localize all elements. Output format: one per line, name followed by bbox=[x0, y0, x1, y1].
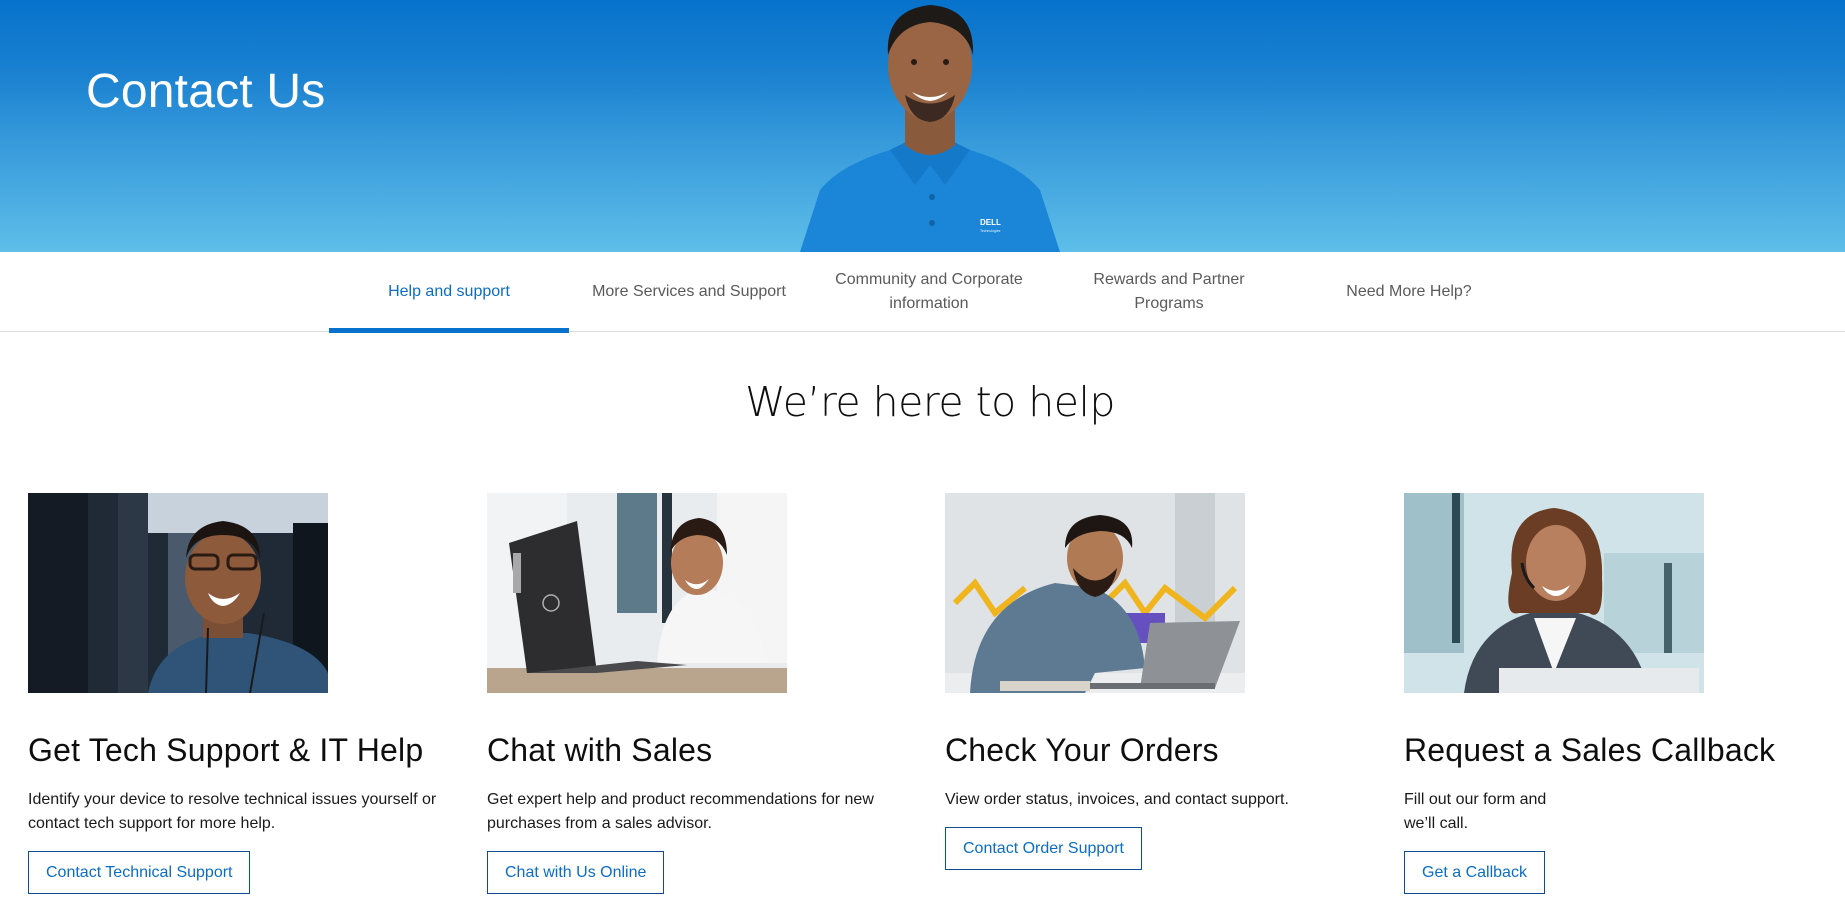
card-title: Chat with Sales bbox=[487, 732, 713, 768]
tab-rewards-and-partner-programs[interactable]: Rewards and Partner Programs bbox=[1049, 252, 1289, 332]
card-check-orders: Check Your Orders View order status, inv… bbox=[945, 493, 1375, 870]
card-description: View order status, invoices, and contact… bbox=[945, 791, 1289, 808]
shirt-logo: DELL bbox=[980, 218, 1001, 227]
card-tech-support: Get Tech Support & IT Help Identify your… bbox=[28, 493, 458, 894]
card-image-sales-callback bbox=[1404, 493, 1704, 693]
section-tabs: Help and support More Services and Suppo… bbox=[0, 252, 1845, 333]
tab-label: Community and Corporate information bbox=[835, 271, 1023, 312]
card-title: Request a Sales Callback bbox=[1404, 732, 1776, 768]
svg-text:Technologies: Technologies bbox=[980, 229, 1001, 233]
tab-label: More Services and Support bbox=[592, 283, 786, 300]
card-title: Get Tech Support & IT Help bbox=[28, 732, 424, 768]
hero-person-image: DELL Technologies bbox=[800, 5, 1060, 252]
tab-need-more-help[interactable]: Need More Help? bbox=[1289, 252, 1529, 332]
hero-banner: Contact Us DELL Technologies bbox=[0, 0, 1845, 252]
card-description: Fill out our form and we’ll call. bbox=[1404, 788, 1834, 836]
card-description: Get expert help and product recommendati… bbox=[487, 791, 874, 832]
tab-label: Need More Help? bbox=[1346, 283, 1472, 300]
card-description: Identify your device to resolve technica… bbox=[28, 791, 437, 832]
tab-label: Rewards and Partner Programs bbox=[1093, 271, 1245, 312]
card-description-line: we’ll call. bbox=[1404, 815, 1469, 832]
get-a-callback-button[interactable]: Get a Callback bbox=[1404, 851, 1545, 894]
card-chat-with-sales: Chat with Sales Get expert help and prod… bbox=[487, 493, 917, 894]
card-image-chat-with-sales bbox=[487, 493, 787, 693]
tab-label: Help and support bbox=[388, 283, 510, 300]
page-title: Contact Us bbox=[86, 65, 326, 118]
contact-order-support-button[interactable]: Contact Order Support bbox=[945, 827, 1142, 870]
section-heading: We’re here to help bbox=[745, 378, 1115, 426]
card-title: Check Your Orders bbox=[945, 732, 1219, 768]
tab-community-and-corporate-information[interactable]: Community and Corporate information bbox=[809, 252, 1049, 332]
card-description-line: Fill out our form and bbox=[1404, 791, 1547, 808]
tab-more-services-and-support[interactable]: More Services and Support bbox=[569, 252, 809, 332]
tab-help-and-support[interactable]: Help and support bbox=[329, 252, 569, 333]
card-image-tech-support bbox=[28, 493, 328, 693]
chat-with-us-online-button[interactable]: Chat with Us Online bbox=[487, 851, 665, 894]
card-sales-callback: Request a Sales Callback Fill out our fo… bbox=[1404, 493, 1834, 894]
contact-technical-support-button[interactable]: Contact Technical Support bbox=[28, 851, 251, 894]
card-image-check-orders bbox=[945, 493, 1245, 693]
